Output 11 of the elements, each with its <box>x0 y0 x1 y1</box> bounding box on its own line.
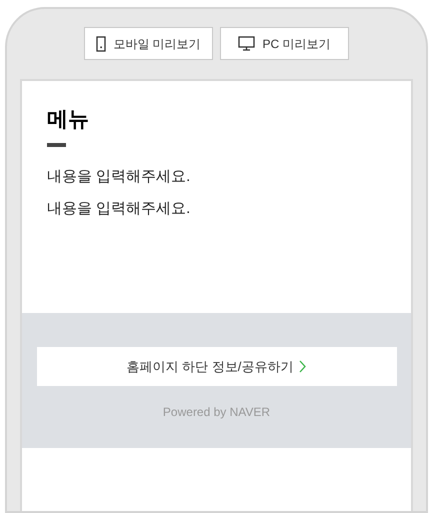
content-text: 내용을 입력해주세요. <box>47 199 192 219</box>
mobile-preview-button[interactable]: 모바일 미리보기 <box>84 27 213 60</box>
monitor-icon <box>238 36 256 51</box>
title-underline <box>47 143 66 147</box>
chevron-right-icon <box>299 360 306 373</box>
menu-title: 메뉴 <box>47 107 90 133</box>
pc-preview-button[interactable]: PC 미리보기 <box>220 27 349 60</box>
powered-by-text: Powered by NAVER <box>162 404 270 421</box>
content-text: 내용을 입력해주세요. <box>47 167 192 187</box>
footer-info-button[interactable]: 홈페이지 하단 정보/공유하기 <box>36 347 396 386</box>
phone-icon <box>96 36 106 52</box>
